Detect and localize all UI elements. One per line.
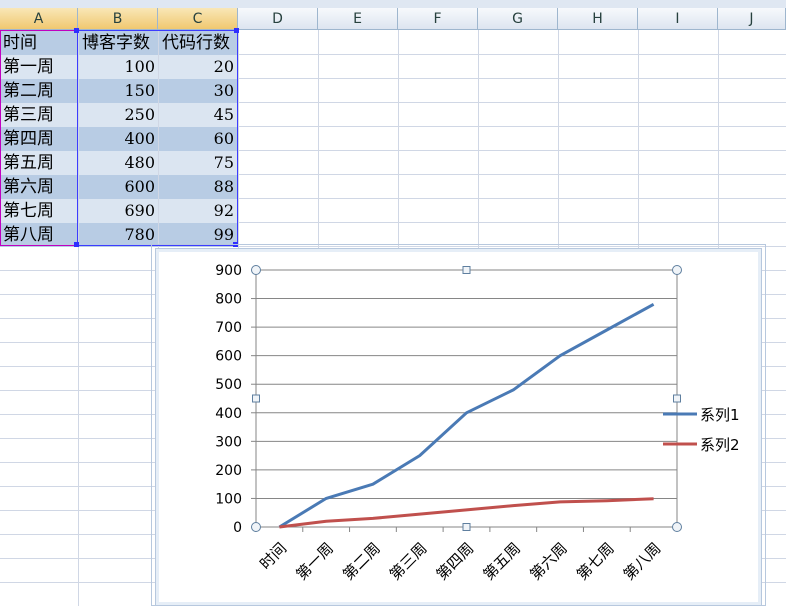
table-cell[interactable]: 92 <box>159 199 237 223</box>
column-header-j[interactable]: J <box>718 8 786 30</box>
table-cell[interactable]: 60 <box>159 127 237 151</box>
table-cell[interactable]: 45 <box>159 103 237 127</box>
table-cell[interactable]: 99 <box>159 223 237 247</box>
range-handle[interactable] <box>74 28 79 33</box>
plot-resize-handle[interactable] <box>251 522 261 532</box>
column-header-i[interactable]: I <box>638 8 718 30</box>
table-cell[interactable]: 480 <box>79 151 158 175</box>
table-row-label[interactable]: 第四周 <box>0 127 77 151</box>
y-tick-label: 600 <box>215 349 242 365</box>
x-tick-label: 第八周 <box>620 539 665 584</box>
column-header-d[interactable]: D <box>238 8 318 30</box>
table-cell[interactable]: 75 <box>159 151 237 175</box>
plot-resize-handle[interactable] <box>672 265 682 275</box>
series-line[interactable] <box>279 497 654 529</box>
plot-resize-handle[interactable] <box>673 394 681 403</box>
x-tick-label: 第三周 <box>386 539 431 584</box>
x-tick-label: 第二周 <box>339 539 384 584</box>
column-header-b[interactable]: B <box>78 8 158 30</box>
table-cell[interactable]: 780 <box>79 223 158 247</box>
table-row-label[interactable]: 第七周 <box>0 199 77 223</box>
table-cell[interactable]: 88 <box>159 175 237 199</box>
plot-resize-handle[interactable] <box>252 394 260 403</box>
table-row-label[interactable]: 第五周 <box>0 151 77 175</box>
table-row-label[interactable]: 第二周 <box>0 79 77 103</box>
column-header-e[interactable]: E <box>318 8 398 30</box>
cell-header-blog-words[interactable]: 博客字数 <box>79 31 158 55</box>
y-tick-label: 0 <box>233 520 242 536</box>
legend-label[interactable]: 系列1 <box>700 406 740 424</box>
x-tick-label: 第六周 <box>526 539 571 584</box>
plot-resize-handle[interactable] <box>251 265 261 275</box>
x-tick-label: 第五周 <box>480 539 525 584</box>
y-tick-label: 300 <box>215 434 242 450</box>
plot-resize-handle[interactable] <box>672 522 682 532</box>
table-cell[interactable]: 600 <box>79 175 158 199</box>
column-header-g[interactable]: G <box>478 8 558 30</box>
spreadsheet[interactable]: A B C D E F G H I J 时间 博客字数 代码行数 第一周 100… <box>0 0 786 606</box>
legend-label[interactable]: 系列2 <box>700 436 740 454</box>
range-handle[interactable] <box>234 28 239 33</box>
y-tick-label: 100 <box>215 491 242 507</box>
y-tick-label: 200 <box>215 463 242 479</box>
y-tick-label: 400 <box>215 406 242 422</box>
table-cell[interactable]: 100 <box>79 55 158 79</box>
table-row-label[interactable]: 第三周 <box>0 103 77 127</box>
x-tick-label: 第一周 <box>292 539 337 584</box>
table-cell[interactable]: 690 <box>79 199 158 223</box>
range-handle[interactable] <box>233 242 238 247</box>
table-row-label[interactable]: 第八周 <box>0 223 77 247</box>
y-tick-label: 900 <box>215 263 242 279</box>
y-tick-label: 700 <box>215 320 242 336</box>
x-tick-label: 时间 <box>256 539 290 573</box>
table-cell[interactable]: 400 <box>79 127 158 151</box>
column-header-c[interactable]: C <box>158 8 238 30</box>
chart-plot: 0 100 200 300 400 500 600 700 800 900 时间 第一周 第二周 第三周… <box>215 263 740 584</box>
cell-header-time[interactable]: 时间 <box>0 31 77 55</box>
table-cell[interactable]: 30 <box>159 79 237 103</box>
column-header-f[interactable]: F <box>398 8 478 30</box>
column-header-a[interactable]: A <box>0 8 78 30</box>
table-cell[interactable]: 20 <box>159 55 237 79</box>
plot-resize-handle[interactable] <box>462 523 471 531</box>
column-header-h[interactable]: H <box>558 8 638 30</box>
plot-resize-handle[interactable] <box>462 266 471 274</box>
x-tick-label: 第四周 <box>433 539 478 584</box>
table-cell[interactable]: 250 <box>79 103 158 127</box>
table-row-label[interactable]: 第六周 <box>0 175 77 199</box>
range-handle[interactable] <box>74 242 79 247</box>
table-cell[interactable]: 150 <box>79 79 158 103</box>
x-tick-label: 第七周 <box>573 539 618 584</box>
cell-header-code-lines[interactable]: 代码行数 <box>159 31 238 55</box>
y-tick-label: 800 <box>215 292 242 308</box>
line-chart[interactable]: 0 100 200 300 400 500 600 700 800 900 时间 第一周 第二周 第三周… <box>155 248 762 606</box>
y-tick-label: 500 <box>215 377 242 393</box>
series-line[interactable] <box>278 302 655 529</box>
table-row-label[interactable]: 第一周 <box>0 55 77 79</box>
